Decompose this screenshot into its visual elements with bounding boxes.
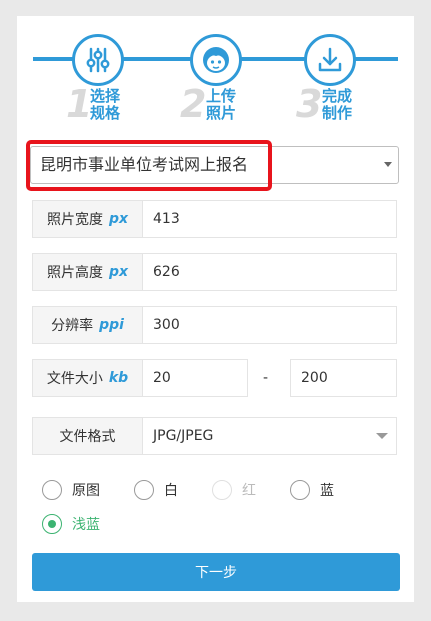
- step-3-number: 3: [296, 82, 323, 126]
- step-3-circle: [304, 34, 356, 86]
- bg-radio-light-blue[interactable]: 浅蓝: [42, 514, 100, 534]
- next-button[interactable]: 下一步: [32, 553, 400, 591]
- dpi-input[interactable]: 300: [142, 306, 397, 344]
- radio-circle: [212, 480, 232, 500]
- range-separator: -: [263, 370, 269, 386]
- chevron-down-icon: [384, 162, 392, 167]
- download-icon: [318, 47, 342, 72]
- radio-circle: [134, 480, 154, 500]
- progress-steps: 1 选择 规格 2 上传 照片 3 完成 制作: [0, 0, 431, 140]
- filesize-max-input[interactable]: 200: [290, 359, 397, 397]
- step-1-number: 1: [66, 82, 93, 126]
- step-3-label: 完成 制作: [322, 87, 353, 122]
- format-select[interactable]: JPG/JPEG: [142, 417, 397, 455]
- step-1-label: 选择 规格: [90, 87, 121, 122]
- format-label: 文件格式: [32, 417, 143, 455]
- height-label: 照片高度 px: [32, 253, 143, 291]
- bg-radio-blue[interactable]: 蓝: [290, 480, 334, 500]
- radio-circle: [42, 480, 62, 500]
- width-input[interactable]: 413: [142, 200, 397, 238]
- highlight-box: [26, 140, 272, 191]
- face-icon: [203, 47, 229, 73]
- step-1-circle: [72, 34, 124, 86]
- width-label: 照片宽度 px: [32, 200, 143, 238]
- radio-circle: [290, 480, 310, 500]
- filesize-min-input[interactable]: 20: [142, 359, 248, 397]
- dpi-label: 分辨率 ppi: [32, 306, 143, 344]
- step-2-number: 2: [180, 82, 207, 126]
- filesize-label: 文件大小 kb: [32, 359, 143, 397]
- sliders-icon: [86, 47, 110, 73]
- radio-circle: [42, 514, 62, 534]
- step-2-circle: [190, 34, 242, 86]
- bg-radio-original[interactable]: 原图: [42, 480, 100, 500]
- step-2-label: 上传 照片: [206, 87, 237, 122]
- caret-down-icon: [376, 433, 388, 439]
- height-input[interactable]: 626: [142, 253, 397, 291]
- bg-radio-white[interactable]: 白: [134, 480, 178, 500]
- bg-radio-red: 红: [212, 480, 256, 500]
